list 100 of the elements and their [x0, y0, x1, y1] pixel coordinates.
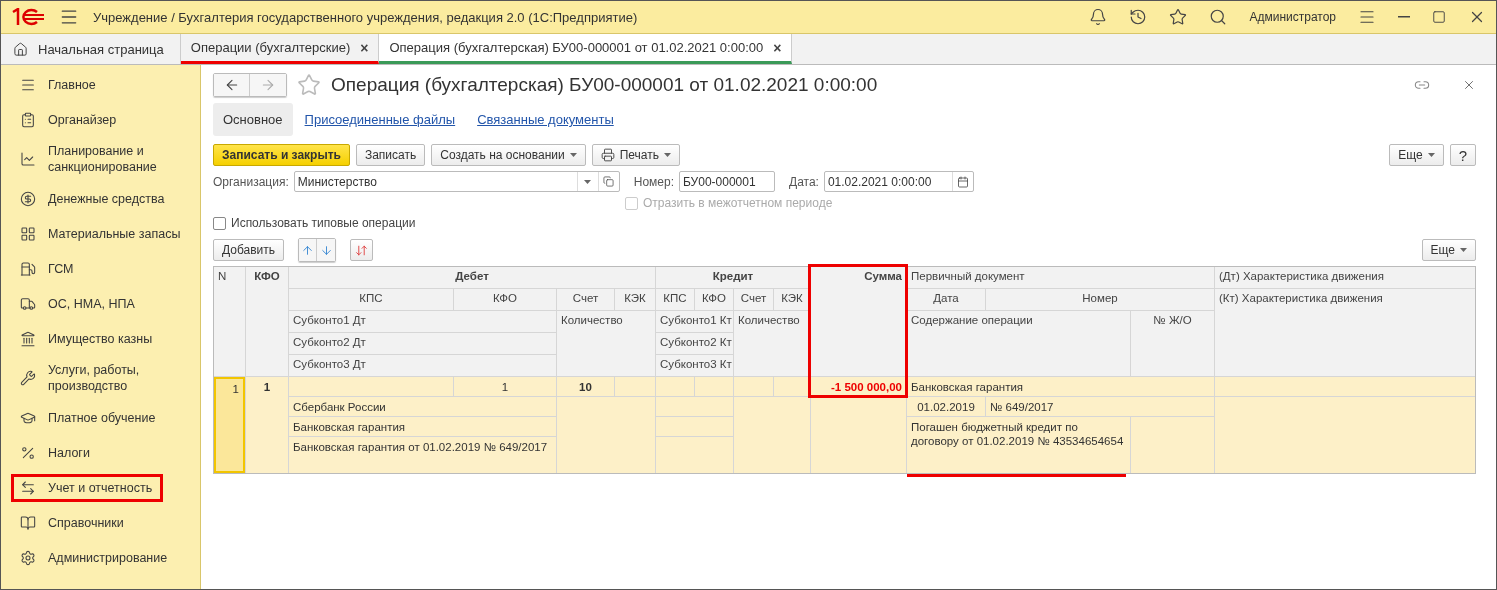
- column-header: Счет: [734, 289, 773, 310]
- column-header: № Ж/О: [1131, 311, 1214, 376]
- organization-field[interactable]: Министерство: [293, 171, 620, 192]
- column-header: Субконто3 Кт: [656, 355, 733, 376]
- caret-icon: [1460, 248, 1467, 252]
- caret-icon: [584, 179, 592, 184]
- add-button[interactable]: Добавить: [213, 239, 285, 261]
- sidebar-item[interactable]: ОС, НМА, НПА: [11, 289, 146, 318]
- column-header: Субконто1 Дт: [289, 311, 556, 332]
- sidebar-item[interactable]: Налоги: [11, 438, 101, 467]
- table-cell: Погашен бюджетный кредит по договору от 01.02.2019 № 43534654654: [907, 417, 1130, 473]
- close-icon: [1462, 78, 1476, 92]
- move-up-button[interactable]: [299, 239, 318, 261]
- sidebar-item[interactable]: Органайзер: [11, 105, 128, 134]
- create-based-button[interactable]: Создать на основании: [431, 144, 586, 166]
- table-cell: 1: [246, 377, 288, 473]
- forward-icon: [260, 77, 276, 93]
- sidebar-item[interactable]: Планирование и санкционирование: [11, 137, 200, 181]
- table-cell: 01.02.2019: [907, 397, 985, 416]
- column-header: Субконто2 Кт: [656, 333, 733, 354]
- table-cell[interactable]: 1: [214, 377, 245, 473]
- close-tab-button[interactable]: ×: [360, 39, 369, 56]
- number-field[interactable]: БУ00-000001: [679, 171, 775, 192]
- checkbox-label: Отразить в межотчетном периоде: [643, 196, 833, 210]
- caret-icon: [1427, 153, 1435, 157]
- column-header: Первичный документ: [907, 267, 1214, 288]
- table-cell: Банковская гарантия от 01.02.2019 № 649/2017: [289, 437, 556, 473]
- column-header: КПС: [656, 289, 694, 310]
- sidebar-item[interactable]: Администрирование: [11, 543, 179, 572]
- section-icon: [20, 479, 36, 496]
- table-cell: Сбербанк России: [289, 397, 556, 416]
- section-tab[interactable]: Основное: [213, 103, 293, 136]
- sidebar-item[interactable]: ГСМ: [11, 254, 85, 283]
- save-button[interactable]: Записать: [355, 144, 426, 166]
- sidebar-item[interactable]: Главное: [11, 70, 107, 99]
- column-header: Счет: [557, 289, 614, 310]
- section-icon: [20, 549, 36, 566]
- column-header: Содержание операции: [907, 311, 1130, 376]
- table-cell: 10: [557, 377, 614, 396]
- section-icon: [20, 151, 36, 167]
- date-field[interactable]: 01.02.2021 0:00:00: [823, 171, 974, 192]
- section-icon: [20, 514, 36, 531]
- column-header: КПС: [289, 289, 453, 310]
- close-tab-button[interactable]: ×: [773, 39, 782, 56]
- table-cell: [615, 377, 655, 396]
- field-label: Организация:: [213, 174, 289, 189]
- logo-icon: [11, 8, 45, 26]
- sidebar-item[interactable]: Материальные запасы: [11, 219, 192, 248]
- save-close-button[interactable]: Записать и закрыть: [213, 144, 350, 166]
- help-button[interactable]: ?: [1449, 144, 1476, 166]
- checkbox[interactable]: [213, 216, 226, 230]
- open-icon: [603, 176, 615, 187]
- section-icon: [20, 111, 36, 128]
- print-button[interactable]: Печать: [591, 144, 681, 166]
- history-icon: [1129, 8, 1148, 26]
- section-icon: [20, 295, 36, 312]
- search-icon: [1209, 8, 1228, 26]
- section-tab[interactable]: Присоединенные файлы: [294, 103, 466, 136]
- sidebar-item[interactable]: Учет и отчетность: [11, 473, 164, 502]
- section-icon: [20, 225, 36, 242]
- move-down-button[interactable]: [317, 239, 336, 261]
- tab[interactable]: Операции (бухгалтерские) ×: [180, 34, 380, 64]
- arrow-up-icon: [301, 243, 315, 257]
- sidebar-item[interactable]: Услуги, работы, производство: [11, 356, 200, 400]
- table-cell: 1: [454, 377, 556, 396]
- table-cell: [656, 377, 694, 396]
- minimize-icon: [1398, 16, 1410, 18]
- column-header: КФО: [695, 289, 733, 310]
- user-name[interactable]: Администратор: [1249, 10, 1336, 24]
- sidebar-item[interactable]: Денежные средства: [11, 184, 176, 213]
- column-header: Кредит: [656, 267, 810, 288]
- arrow-down-icon: [319, 243, 333, 257]
- more-button[interactable]: Еще: [1421, 239, 1476, 261]
- field-label: Дата:: [789, 174, 819, 189]
- section-icon: [20, 330, 36, 347]
- column-header: Субконто3 Дт: [289, 355, 556, 376]
- forward-button[interactable]: [250, 74, 286, 96]
- back-button[interactable]: [214, 74, 250, 96]
- tab[interactable]: Операция (бухгалтерская) БУ00-000001 от 01.02.2021 0:00:00 ×: [379, 34, 793, 64]
- column-header: КЭК: [774, 289, 810, 310]
- column-header: КФО: [246, 267, 288, 376]
- home-icon: [13, 41, 28, 57]
- section-tab[interactable]: Связанные документы: [467, 103, 624, 136]
- column-header: Номер: [986, 289, 1214, 310]
- column-header: Количество: [734, 311, 810, 376]
- column-header: N: [214, 267, 245, 376]
- bell-icon: [1089, 8, 1108, 26]
- swap-icon: [355, 243, 369, 257]
- swap-button[interactable]: [350, 239, 374, 261]
- sidebar-item[interactable]: Имущество казны: [11, 324, 164, 353]
- star-icon: [1169, 8, 1188, 26]
- calendar-icon: [956, 175, 969, 188]
- sidebar-item[interactable]: Платное обучение: [11, 403, 167, 432]
- more-button[interactable]: Еще: [1389, 144, 1444, 166]
- column-header: (Кт) Характеристика движения: [1215, 289, 1475, 376]
- home-tab[interactable]: Начальная страница: [1, 34, 181, 64]
- sidebar-item[interactable]: Справочники: [11, 508, 135, 537]
- column-header: КФО: [454, 289, 556, 310]
- checkbox-label: Использовать типовые операции: [231, 216, 416, 230]
- table-cell: Банковская гарантия: [289, 417, 556, 436]
